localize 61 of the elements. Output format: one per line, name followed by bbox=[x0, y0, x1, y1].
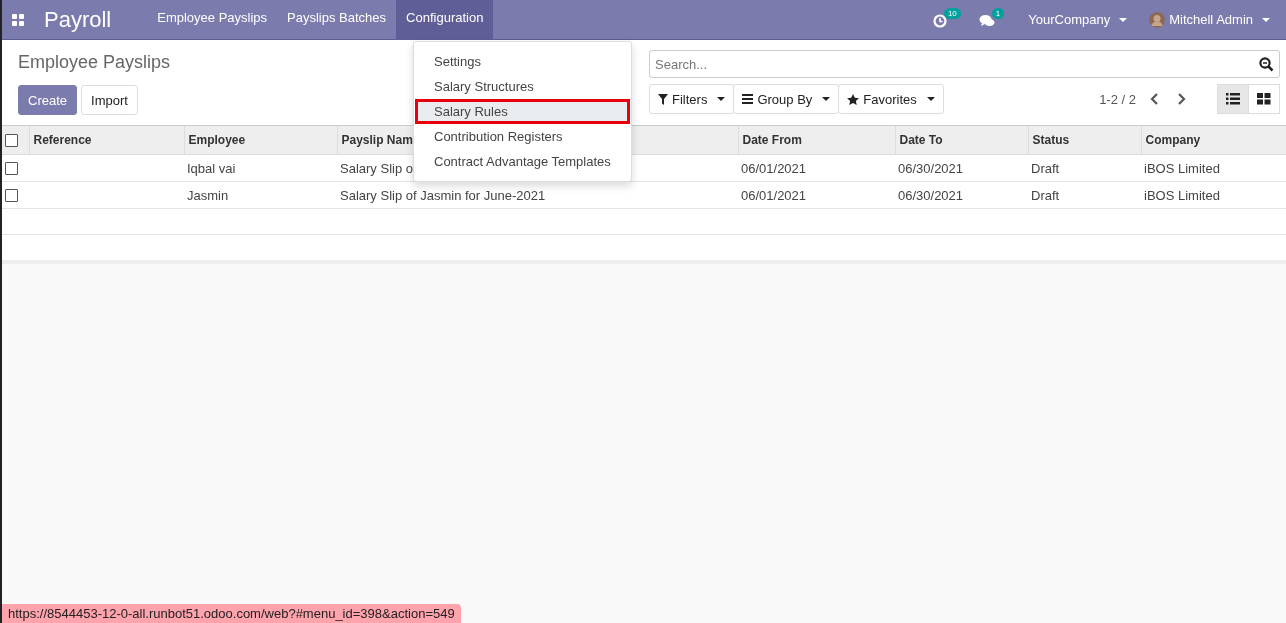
app-title[interactable]: Payroll bbox=[44, 6, 112, 33]
chat-bubbles-icon bbox=[978, 13, 995, 28]
dropdown-menu-item[interactable]: Settings bbox=[414, 49, 631, 74]
message-count-badge: 1 bbox=[991, 7, 1005, 19]
table-cell: Salary Slip o bbox=[340, 160, 413, 176]
table-cell: iBOS Limited bbox=[1144, 187, 1220, 203]
avatar-icon bbox=[1149, 11, 1166, 28]
list-view-icon bbox=[1226, 93, 1240, 105]
caret-icon bbox=[1119, 17, 1128, 22]
activity-count-badge: 10 bbox=[943, 7, 961, 19]
row-checkbox[interactable] bbox=[5, 188, 18, 202]
kanban-view-icon bbox=[1257, 93, 1271, 105]
column-header[interactable]: Company bbox=[1141, 126, 1286, 155]
table-cell: Salary Slip of Jasmin for June-2021 bbox=[340, 187, 546, 203]
apps-menu-icon[interactable] bbox=[12, 13, 24, 26]
view-switch-button[interactable] bbox=[1217, 84, 1249, 114]
list-lines-icon bbox=[742, 94, 754, 104]
column-header[interactable]: Reference bbox=[29, 126, 184, 155]
caret-icon bbox=[1262, 17, 1270, 22]
table-cell: 06/30/2021 bbox=[898, 187, 964, 203]
nav-menu-item[interactable]: Configuration bbox=[396, 0, 494, 40]
select-all-checkbox[interactable] bbox=[5, 133, 18, 147]
search-icon bbox=[1259, 57, 1274, 72]
nav-menu-item[interactable]: Employee Payslips bbox=[147, 0, 278, 40]
caret-icon bbox=[717, 97, 726, 101]
page-title: Employee Payslips bbox=[18, 52, 171, 73]
next-icon[interactable] bbox=[1178, 93, 1186, 105]
column-header[interactable]: Status bbox=[1028, 126, 1141, 155]
status-bar-url: https://8544453-12-0-all.runbot51.odoo.com/web?#menu_id=398&action=549 bbox=[2, 604, 461, 623]
search-option-dropdown[interactable]: Group By bbox=[733, 84, 840, 114]
row-checkbox[interactable] bbox=[5, 161, 18, 175]
search-field[interactable]: Search... bbox=[649, 50, 1280, 78]
column-header[interactable]: Date From bbox=[738, 126, 895, 155]
funnel-icon bbox=[658, 93, 668, 105]
table-cell: Draft bbox=[1031, 187, 1060, 203]
company-switcher[interactable]: YourCompany bbox=[1022, 12, 1134, 27]
column-header[interactable]: Employee bbox=[184, 126, 337, 155]
table-cell: Iqbal vai bbox=[187, 160, 236, 176]
table-cell: 06/30/2021 bbox=[898, 160, 964, 176]
caret-icon bbox=[822, 97, 831, 101]
table-cell: Draft bbox=[1031, 160, 1060, 176]
create-button[interactable]: Create bbox=[18, 85, 78, 115]
nav-menu-item[interactable]: Payslips Batches bbox=[277, 0, 397, 40]
view-switch-button[interactable] bbox=[1248, 84, 1280, 114]
dropdown-menu-item[interactable]: Salary Rules bbox=[415, 99, 630, 124]
import-button[interactable]: Import bbox=[81, 85, 138, 115]
caret-icon bbox=[926, 97, 935, 101]
table-cell: 06/01/2021 bbox=[741, 160, 807, 176]
star-icon bbox=[847, 93, 860, 105]
column-header[interactable]: Date To bbox=[895, 126, 1028, 155]
search-option-dropdown[interactable]: Favorites bbox=[838, 84, 944, 114]
search-option-dropdown[interactable]: Filters bbox=[649, 84, 735, 114]
table-cell: iBOS Limited bbox=[1144, 160, 1220, 176]
dropdown-menu-item[interactable]: Contribution Registers bbox=[414, 124, 631, 149]
clock-icon bbox=[932, 13, 947, 28]
previous-icon[interactable] bbox=[1150, 93, 1158, 105]
dropdown-menu-item[interactable]: Salary Structures bbox=[414, 74, 631, 99]
pager-value: 1-2 / 2 bbox=[1099, 91, 1136, 107]
table-cell: 06/01/2021 bbox=[741, 187, 807, 203]
table-cell: Jasmin bbox=[187, 187, 229, 203]
user-menu[interactable]: Mitchell Admin bbox=[1143, 11, 1276, 28]
